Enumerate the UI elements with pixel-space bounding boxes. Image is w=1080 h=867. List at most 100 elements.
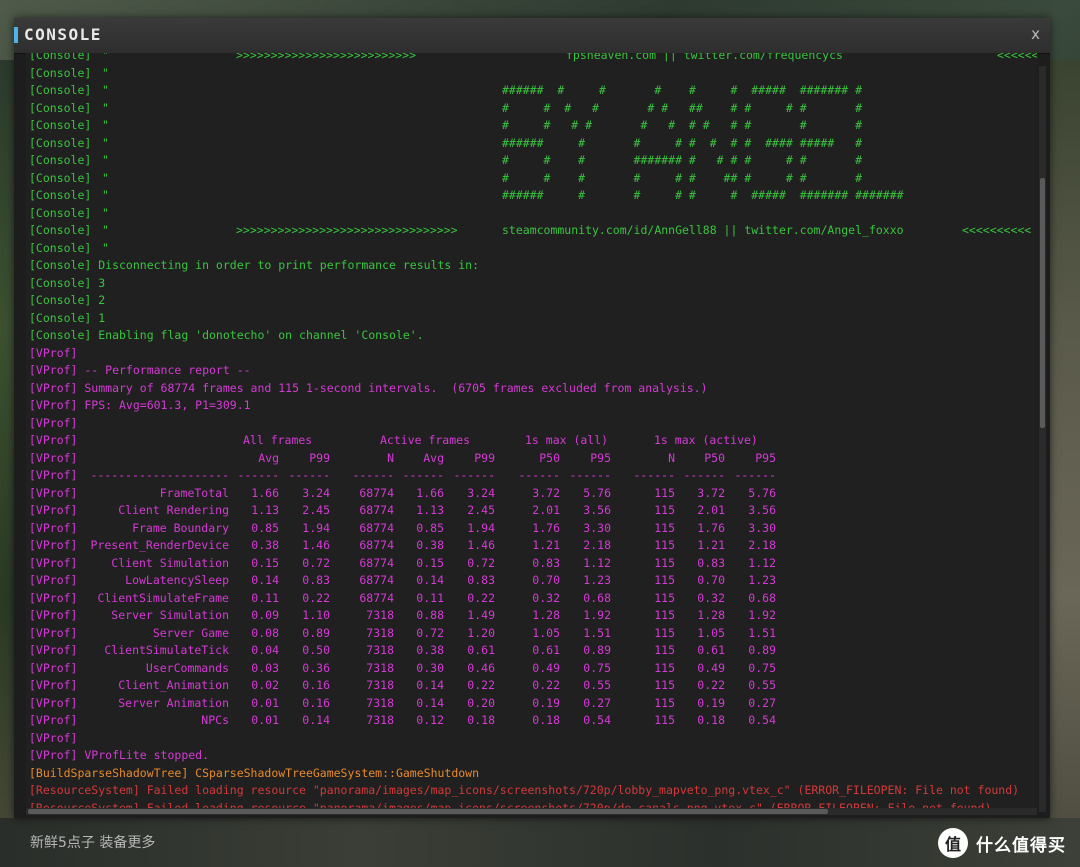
table-row: [VProf] NPCs 0.01 0.14 7318 0.12 0.18 0.18 0.54 1… <box>26 712 1037 730</box>
table-cell: 1.12 <box>748 555 776 570</box>
table-cell: 0.72 <box>302 555 330 570</box>
banner-quote: " <box>102 118 109 132</box>
background-hud-text: 新鲜5点子 装备更多 <box>30 835 156 851</box>
close-button[interactable]: x <box>1031 25 1040 43</box>
table-row: [VProf] FrameTotal 1.66 3.24 68774 1.66 3.24 3.… <box>26 485 1037 503</box>
table-cell: 0.83 <box>302 573 330 587</box>
table-cell: 0.20 <box>467 695 495 710</box>
table-row-name: Present_RenderDevice <box>90 538 229 552</box>
table-cell: 1.23 <box>583 573 611 587</box>
banner-quote: " <box>102 188 109 202</box>
table-cell: 2.45 <box>467 503 495 517</box>
table-row: [VProf] ClientSimulateFrame 0.11 0.22 68774 0… <box>26 590 1037 608</box>
console-message: [Console] 1 <box>26 310 1037 328</box>
table-cell: 2.18 <box>583 538 611 552</box>
log-tag: [Console] <box>29 118 92 132</box>
table-cell: 3.56 <box>748 503 776 517</box>
table-column-label: P99 <box>474 450 495 465</box>
vertical-scrollbar[interactable] <box>1039 66 1046 812</box>
table-cell: 0.61 <box>467 643 495 657</box>
banner-text: fpsheaven.com || twitter.com/frequencycs <box>566 53 843 62</box>
log-tag: [Console] <box>29 135 92 150</box>
table-row: [VProf] LowLatencySleep 0.14 0.83 68774 0.14 0… <box>26 572 1037 590</box>
table-row: [VProf] Present_RenderDevice 0.38 1.46 68774… <box>26 537 1037 555</box>
watermark-text: 什么值得买 <box>976 835 1066 856</box>
banner-quote: " <box>102 223 109 237</box>
table-cell: 0.55 <box>583 678 611 692</box>
background-right <box>1047 60 1080 867</box>
log-tag: [Console] <box>29 53 92 62</box>
table-cell: 3.30 <box>583 520 611 535</box>
log-tag: [Console] <box>29 240 92 255</box>
table-row-name: Server Game <box>152 625 229 640</box>
table-cell: 0.68 <box>583 590 611 605</box>
console-banner-line: [Console] " ###### # # # # # # # #### ####… <box>26 135 1037 153</box>
console-message-text: [Console] 3 <box>29 275 106 290</box>
table-row-name: UserCommands <box>145 660 229 675</box>
console-banner-line: [Console] " # # # # # # # # # # # # <box>26 117 1037 135</box>
separator-dashes: ------ <box>633 468 675 482</box>
window-title: CONSOLE <box>24 25 102 44</box>
table-cell: 3.24 <box>302 485 330 500</box>
banner-quote: " <box>102 240 109 255</box>
console-message-text: [Console] Enabling flag 'donotecho' on c… <box>29 328 424 342</box>
separator-dashes: ------ <box>518 468 560 482</box>
log-tag: [Console] <box>29 83 92 97</box>
separator-dashes: ------ <box>237 468 279 482</box>
title-accent <box>14 27 18 43</box>
table-cell: 5.76 <box>583 485 611 500</box>
log-tag: [VProf] <box>29 468 78 482</box>
banner-text: # # # # # # ## # # # # <box>502 170 863 185</box>
titlebar[interactable]: CONSOLE x <box>14 18 1050 54</box>
table-row: [VProf] ClientSimulateTick 0.04 0.50 7318 0.3… <box>26 642 1037 660</box>
vprof-line: [VProf] Summary of 68774 frames and 115 … <box>26 380 1037 398</box>
separator-dashes: -------------------- <box>90 468 229 482</box>
vprof-text: [VProf] <box>29 415 78 430</box>
table-row-name: Client Simulation <box>111 555 229 570</box>
table-cell: 0.14 <box>302 713 330 727</box>
console-output[interactable]: [Console] " >>>>>>>>>>>>>>>>>>>>>>>>>> fpsh… <box>26 53 1037 810</box>
separator-dashes: ------ <box>352 468 394 482</box>
table-cell: 2.45 <box>302 503 330 517</box>
table-cell: 1.49 <box>467 608 495 622</box>
table-cell: 0.16 <box>302 695 330 710</box>
table-cell: 1.10 <box>302 608 330 622</box>
vprof-text: [VProf] <box>29 730 78 745</box>
table-cell: 0.27 <box>583 695 611 710</box>
table-cell: 0.55 <box>748 678 776 692</box>
error-text: [ResourceSystem] Failed loading resource… <box>29 783 1020 797</box>
console-message: [Console] 2 <box>26 292 1037 310</box>
table-row: [VProf] Client Simulation 0.15 0.72 68774 0.1… <box>26 555 1037 573</box>
table-row-name: ClientSimulateFrame <box>97 590 229 605</box>
table-cell: 0.22 <box>467 678 495 692</box>
table-row-name: Server Animation <box>118 695 229 710</box>
vertical-scroll-thumb[interactable] <box>1040 178 1045 428</box>
log-tag: [Console] <box>29 100 92 115</box>
banner-text: ###### # # # # # ##### ####### # <box>502 83 863 97</box>
table-column-label: P99 <box>309 450 330 465</box>
banner-text: # # # ####### # # # # # # # <box>502 153 863 167</box>
banner-quote: " <box>102 135 109 150</box>
table-cell: 3.56 <box>583 503 611 517</box>
vprof-line: [VProf] <box>26 730 1037 748</box>
table-cell: 0.27 <box>748 695 776 710</box>
console-message-text: [Console] Disconnecting in order to prin… <box>29 258 480 272</box>
table-column-label: P95 <box>755 450 776 465</box>
table-cell: 0.54 <box>583 713 611 727</box>
table-row-name: Client_Animation <box>118 678 229 692</box>
table-cell: 0.16 <box>302 678 330 692</box>
table-cell: 1.46 <box>302 538 330 552</box>
table-cell: 1.20 <box>467 625 495 640</box>
table-row: [VProf] Server Simulation 0.09 1.10 7318 0.88… <box>26 607 1037 625</box>
horizontal-scrollbar[interactable] <box>26 808 1037 815</box>
table-row: [VProf] Client_Animation 0.02 0.16 7318 0.14 0… <box>26 677 1037 695</box>
banner-text: steamcommunity.com/id/AnnGell88 || twitt… <box>502 223 904 237</box>
table-row-name: LowLatencySleep <box>125 573 229 587</box>
watermark-logo: 值 <box>938 828 968 858</box>
horizontal-scroll-thumb[interactable] <box>28 809 828 814</box>
console-banner-line: [Console] " >>>>>>>>>>>>>>>>>>>>>>>>>>>>>>… <box>26 222 1037 240</box>
console-banner-line: [Console] " # # # ####### # # # # # # # <box>26 152 1037 170</box>
vprof-text: [VProf] VProfLite stopped. <box>29 748 210 762</box>
table-group-label: 1s max (all) <box>525 433 609 447</box>
console-banner-line: [Console] " <box>26 240 1037 258</box>
